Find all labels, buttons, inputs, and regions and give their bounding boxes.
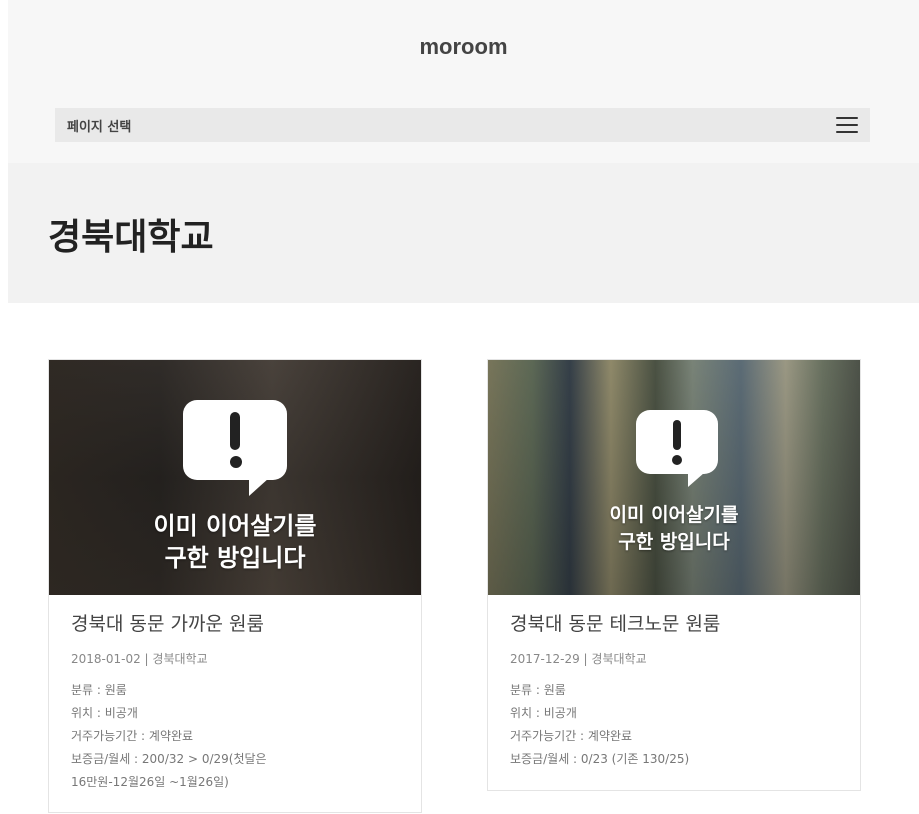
listing-body: 경북대 동문 테크노문 원룸 2017-12-29 | 경북대학교 분류 : 원… xyxy=(488,595,860,771)
listing-thumbnail[interactable]: 이미 이어살기를 구한 방입니다 xyxy=(49,360,421,595)
menu-line xyxy=(836,131,858,133)
page-select-label: 페이지 선택 xyxy=(67,119,132,135)
listing-period: 거주가능기간 : 계약완료 xyxy=(71,729,194,743)
hamburger-menu-icon[interactable] xyxy=(836,117,858,133)
listing-thumbnail[interactable]: 이미 이어살기를 구한 방입니다 xyxy=(488,360,860,595)
brand-logo[interactable]: moroom xyxy=(8,34,919,60)
overlay-line: 구한 방입니다 xyxy=(164,544,306,572)
listing-title[interactable]: 경북대 동문 테크노문 원룸 xyxy=(510,609,838,636)
header: moroom 페이지 선택 xyxy=(8,0,919,163)
listing-meta: 2017-12-29 | 경북대학교 xyxy=(510,652,647,666)
menu-line xyxy=(836,117,858,119)
sold-out-overlay: 이미 이어살기를 구한 방입니다 xyxy=(488,502,860,556)
listing-period: 거주가능기간 : 계약완료 xyxy=(510,729,633,743)
listing-deposit: 보증금/월세 : 200/32 > 0/29(첫달은 xyxy=(71,752,267,766)
listing-card[interactable]: 이미 이어살기를 구한 방입니다 경북대 동문 테크노문 원룸 2017-12-… xyxy=(487,359,861,791)
overlay-line: 구한 방입니다 xyxy=(618,531,730,553)
exclamation-icon xyxy=(230,412,242,468)
page-select-bar[interactable]: 페이지 선택 xyxy=(55,108,870,142)
listing-title[interactable]: 경북대 동문 가까운 원룸 xyxy=(71,609,399,636)
exclamation-icon xyxy=(672,420,682,465)
listing-deposit: 보증금/월세 : 0/23 (기존 130/25) xyxy=(510,752,690,766)
listing-body: 경북대 동문 가까운 원룸 2018-01-02 | 경북대학교 분류 : 원룸… xyxy=(49,595,421,794)
listing-deposit-continued: 16만원-12월26일 ~1월26일) xyxy=(71,775,229,789)
alert-speech-bubble-icon xyxy=(636,410,718,487)
listing-location: 위치 : 비공개 xyxy=(510,706,577,720)
page-title: 경북대학교 xyxy=(48,217,214,258)
overlay-line: 이미 이어살기를 xyxy=(609,504,739,526)
listing-category: 분류 : 원룸 xyxy=(510,683,566,697)
listing-card[interactable]: 이미 이어살기를 구한 방입니다 경북대 동문 가까운 원룸 2018-01-0… xyxy=(48,359,422,813)
alert-speech-bubble-icon xyxy=(183,400,287,496)
sold-out-overlay: 이미 이어살기를 구한 방입니다 xyxy=(49,510,421,574)
listing-meta: 2018-01-02 | 경북대학교 xyxy=(71,652,208,666)
menu-line xyxy=(836,124,858,126)
listing-category: 분류 : 원룸 xyxy=(71,683,127,697)
overlay-line: 이미 이어살기를 xyxy=(153,512,317,540)
listing-location: 위치 : 비공개 xyxy=(71,706,138,720)
hero-banner: 경북대학교 xyxy=(8,163,919,303)
